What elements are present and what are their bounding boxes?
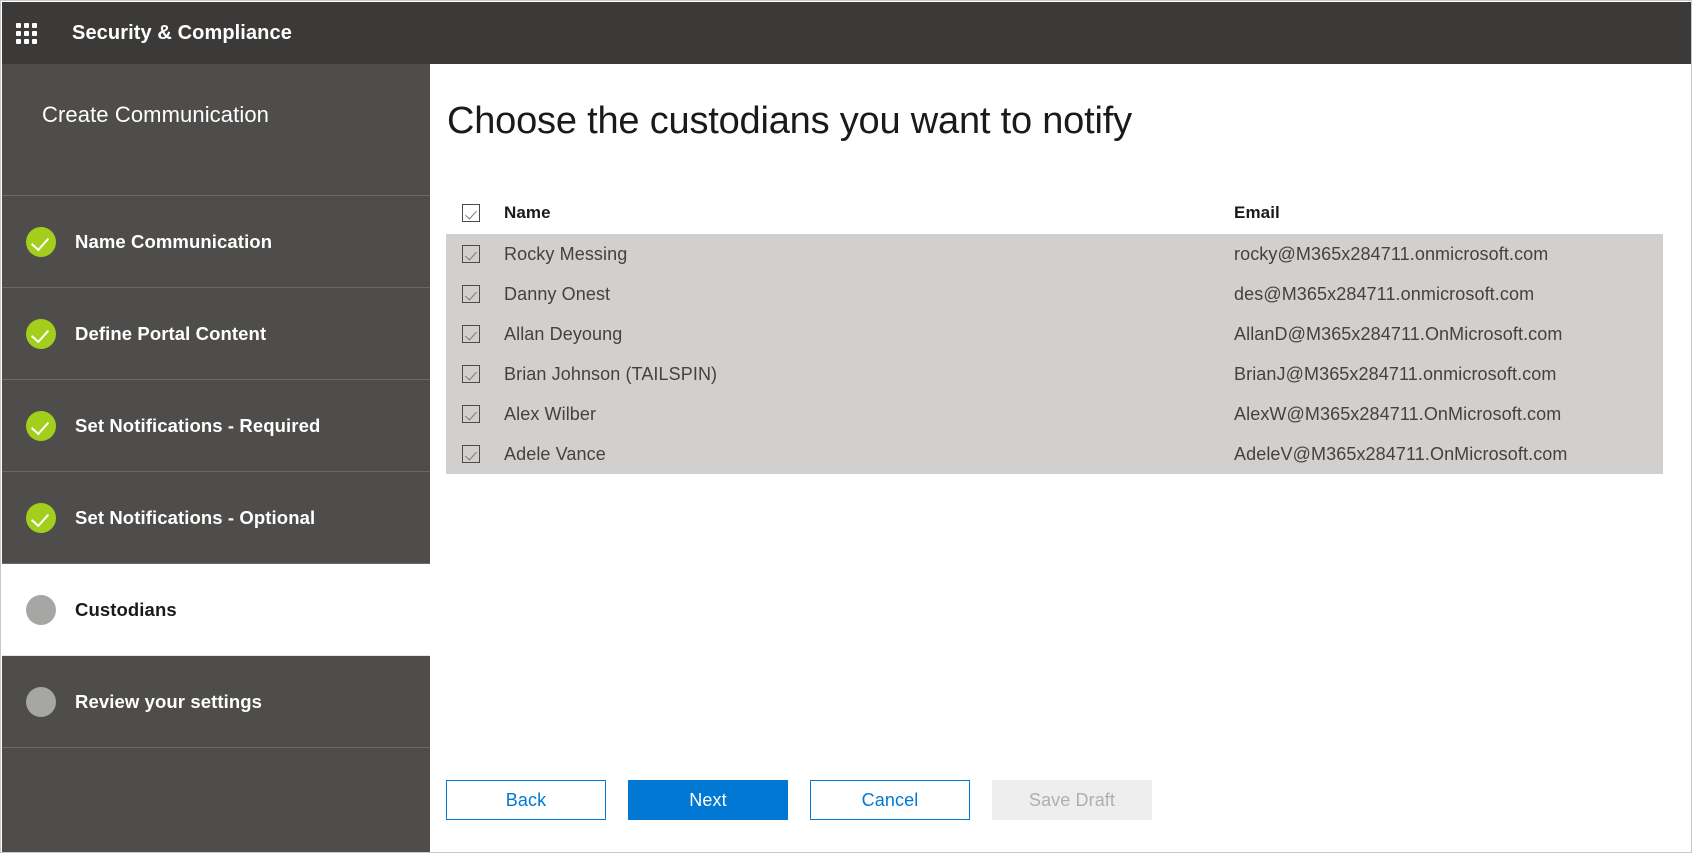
app-launcher-waffle-icon[interactable]	[2, 2, 50, 64]
sidebar-item-custodians[interactable]: Custodians	[2, 564, 430, 656]
waffle-dot	[16, 39, 21, 44]
waffle-dot	[24, 31, 29, 36]
waffle-dot	[32, 31, 37, 36]
cell-name: Danny Onest	[494, 284, 1234, 305]
row-checkbox[interactable]	[446, 445, 494, 463]
app-window: Security & Compliance Create Communicati…	[0, 0, 1692, 853]
waffle-dot	[16, 23, 21, 28]
checkbox-icon	[462, 245, 480, 263]
checkbox-icon	[462, 445, 480, 463]
sidebar-item-label: Set Notifications - Required	[75, 415, 320, 437]
cell-email: BrianJ@M365x284711.onmicrosoft.com	[1234, 364, 1663, 385]
sidebar-header: Create Communication	[2, 64, 430, 196]
sidebar-item-label: Review your settings	[75, 691, 262, 713]
custodians-table: Name Email Rocky Messing rocky@M365x2847…	[446, 192, 1663, 474]
sidebar-item-label: Define Portal Content	[75, 323, 266, 345]
cancel-button[interactable]: Cancel	[810, 780, 970, 820]
check-circle-icon	[26, 503, 56, 533]
checkbox-icon	[462, 204, 480, 222]
suite-bar: Security & Compliance	[2, 2, 1692, 64]
sidebar-item-label: Custodians	[75, 599, 177, 621]
table-row[interactable]: Danny Onest des@M365x284711.onmicrosoft.…	[446, 274, 1663, 314]
sidebar-header-title: Create Communication	[42, 102, 430, 128]
waffle-dot	[16, 31, 21, 36]
circle-icon	[26, 687, 56, 717]
page-title: Choose the custodians you want to notify	[447, 100, 1132, 143]
back-button[interactable]: Back	[446, 780, 606, 820]
sidebar-item-label: Name Communication	[75, 231, 272, 253]
sidebar-item-define-portal-content[interactable]: Define Portal Content	[2, 288, 430, 380]
cell-name: Adele Vance	[494, 444, 1234, 465]
cell-name: Allan Deyoung	[494, 324, 1234, 345]
table-row[interactable]: Brian Johnson (TAILSPIN) BrianJ@M365x284…	[446, 354, 1663, 394]
waffle-dot	[24, 39, 29, 44]
check-circle-icon	[26, 227, 56, 257]
checkbox-icon	[462, 365, 480, 383]
waffle-grid	[16, 23, 37, 44]
main-content: Choose the custodians you want to notify…	[430, 64, 1692, 853]
sidebar-item-review-your-settings[interactable]: Review your settings	[2, 656, 430, 748]
row-checkbox[interactable]	[446, 325, 494, 343]
next-button[interactable]: Next	[628, 780, 788, 820]
row-checkbox[interactable]	[446, 285, 494, 303]
select-all-checkbox[interactable]	[446, 204, 494, 222]
cell-email: AlexW@M365x284711.OnMicrosoft.com	[1234, 404, 1663, 425]
cell-name: Rocky Messing	[494, 244, 1234, 265]
column-header-name[interactable]: Name	[494, 203, 1234, 223]
cell-email: des@M365x284711.onmicrosoft.com	[1234, 284, 1663, 305]
sidebar-item-name-communication[interactable]: Name Communication	[2, 196, 430, 288]
wizard-sidebar: Create Communication Name Communication …	[2, 64, 430, 853]
sidebar-item-set-notifications-optional[interactable]: Set Notifications - Optional	[2, 472, 430, 564]
row-checkbox[interactable]	[446, 405, 494, 423]
table-row[interactable]: Alex Wilber AlexW@M365x284711.OnMicrosof…	[446, 394, 1663, 434]
checkbox-icon	[462, 285, 480, 303]
checkbox-icon	[462, 405, 480, 423]
table-row[interactable]: Allan Deyoung AllanD@M365x284711.OnMicro…	[446, 314, 1663, 354]
waffle-dot	[32, 23, 37, 28]
wizard-footer: Back Next Cancel Save Draft	[446, 780, 1174, 820]
cell-name: Brian Johnson (TAILSPIN)	[494, 364, 1234, 385]
sidebar-item-label: Set Notifications - Optional	[75, 507, 315, 529]
waffle-dot	[24, 23, 29, 28]
cell-email: AllanD@M365x284711.OnMicrosoft.com	[1234, 324, 1663, 345]
check-circle-icon	[26, 319, 56, 349]
row-checkbox[interactable]	[446, 365, 494, 383]
sidebar-item-set-notifications-required[interactable]: Set Notifications - Required	[2, 380, 430, 472]
table-row[interactable]: Rocky Messing rocky@M365x284711.onmicros…	[446, 234, 1663, 274]
suite-title: Security & Compliance	[72, 22, 292, 45]
checkbox-icon	[462, 325, 480, 343]
column-header-email[interactable]: Email	[1234, 203, 1663, 223]
waffle-dot	[32, 39, 37, 44]
row-checkbox[interactable]	[446, 245, 494, 263]
check-circle-icon	[26, 411, 56, 441]
table-row[interactable]: Adele Vance AdeleV@M365x284711.OnMicroso…	[446, 434, 1663, 474]
cell-email: AdeleV@M365x284711.OnMicrosoft.com	[1234, 444, 1663, 465]
circle-icon	[26, 595, 56, 625]
save-draft-button: Save Draft	[992, 780, 1152, 820]
cell-name: Alex Wilber	[494, 404, 1234, 425]
cell-email: rocky@M365x284711.onmicrosoft.com	[1234, 244, 1663, 265]
table-header-row: Name Email	[446, 192, 1663, 234]
